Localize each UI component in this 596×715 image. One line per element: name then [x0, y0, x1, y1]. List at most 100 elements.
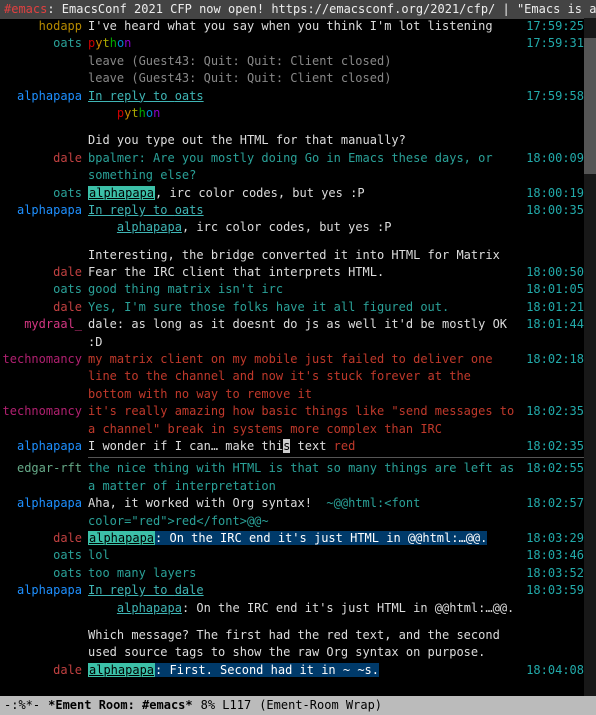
message-text: Did you type out the HTML for that manua…	[88, 122, 522, 149]
scrollbar-thumb[interactable]	[584, 38, 596, 174]
nick: alphapapa	[0, 88, 88, 105]
timestamp: 18:00:09	[522, 150, 584, 167]
message-row: oats too many layers 18:03:52	[0, 565, 584, 582]
mention-link[interactable]: alphapapa	[117, 220, 182, 234]
channel-topic: : EmacsConf 2021 CFP now open! https://e…	[47, 1, 596, 18]
message-text: bpalmer: Are you mostly doing Go in Emac…	[88, 150, 522, 185]
message-row: alphapapa Aha, it worked with Org syntax…	[0, 495, 584, 530]
timestamp: 17:59:25	[522, 18, 584, 35]
message-text: my matrix client on my mobile just faile…	[88, 351, 522, 403]
modeline-position: 8% L117	[201, 697, 252, 714]
message-row: Did you type out the HTML for that manua…	[0, 122, 584, 149]
system-row: leave (Guest43: Quit: Quit: Client close…	[0, 53, 584, 70]
message-row: dale alphapapa: First. Second had it in …	[0, 662, 584, 679]
message-row: dale alphapapa: On the IRC end it's just…	[0, 530, 584, 547]
message-row: hodapp I've heard what you say when you …	[0, 18, 584, 35]
message-row: dale bpalmer: Are you mostly doing Go in…	[0, 150, 584, 185]
timestamp: 17:59:58	[522, 88, 584, 105]
timestamp: 17:59:31	[522, 35, 584, 52]
timestamp: 18:03:59	[522, 582, 584, 599]
message-row: alphapapa In reply to oats python 17:59:…	[0, 88, 584, 123]
message-text: alphapapa, irc color codes, but yes :P	[88, 185, 522, 202]
timestamp: 18:03:52	[522, 565, 584, 582]
nick: oats	[0, 281, 88, 298]
message-text: the nice thing with HTML is that so many…	[88, 460, 522, 495]
timestamp: 18:02:35	[522, 438, 584, 455]
message-text: dale: as long as it doesnt do js as well…	[88, 316, 522, 351]
message-row: Which message? The first had the red tex…	[0, 617, 584, 662]
nick: technomancy	[0, 351, 88, 368]
nick: edgar-rft	[0, 460, 88, 477]
timestamp: 18:02:18	[522, 351, 584, 368]
reply-link[interactable]: In reply to dale	[88, 583, 204, 597]
message-text: alphapapa: On the IRC end it's just HTML…	[88, 530, 522, 547]
message-row: Interesting, the bridge converted it int…	[0, 237, 584, 264]
mention[interactable]: alphapapa	[88, 531, 155, 545]
timestamp: 18:02:57	[522, 495, 584, 512]
nick: oats	[0, 565, 88, 582]
timestamp: 18:04:08	[522, 662, 584, 679]
system-row: leave (Guest43: Quit: Quit: Client close…	[0, 70, 584, 87]
message-text: Fear the IRC client that interprets HTML…	[88, 264, 522, 281]
nick: dale	[0, 299, 88, 316]
titlebar: #emacs : EmacsConf 2021 CFP now open! ht…	[0, 0, 596, 19]
mention[interactable]: alphapapa	[88, 186, 155, 200]
modeline-buffer: *Ement Room: #emacs*	[48, 697, 193, 714]
message-row: alphapapa I wonder if I can… make this t…	[0, 438, 584, 455]
scrollbar[interactable]	[584, 18, 596, 697]
message-row: edgar-rft the nice thing with HTML is th…	[0, 460, 584, 495]
message-row: alphapapa In reply to dale alphapapa: On…	[0, 582, 584, 617]
message-row: technomancy it's really amazing how basi…	[0, 403, 584, 438]
nick: alphapapa	[0, 438, 88, 455]
message-text: I've heard what you say when you think I…	[88, 18, 522, 35]
modeline-mode: (Ement-Room Wrap)	[259, 697, 382, 714]
message-text: Interesting, the bridge converted it int…	[88, 237, 522, 264]
reply-link[interactable]: In reply to oats	[88, 203, 204, 217]
timestamp: 18:03:46	[522, 547, 584, 564]
timestamp: 18:00:19	[522, 185, 584, 202]
nick: oats	[0, 35, 88, 52]
message-text: In reply to dale alphapapa: On the IRC e…	[88, 582, 522, 617]
message-row: dale Fear the IRC client that interprets…	[0, 264, 584, 281]
nick: technomancy	[0, 403, 88, 420]
leave-notice: leave (Guest43: Quit: Quit: Client close…	[88, 70, 522, 87]
nick: hodapp	[0, 18, 88, 35]
nick: oats	[0, 185, 88, 202]
timestamp: 18:02:35	[522, 403, 584, 420]
mention-link[interactable]: alphapapa	[117, 601, 182, 615]
reply-link[interactable]: In reply to oats	[88, 89, 204, 103]
message-text: Yes, I'm sure those folks have it all fi…	[88, 299, 522, 316]
message-row: oats python 17:59:31	[0, 35, 584, 52]
timestamp: 18:01:21	[522, 299, 584, 316]
message-row: dale Yes, I'm sure those folks have it a…	[0, 299, 584, 316]
nick: dale	[0, 264, 88, 281]
timestamp: 18:03:29	[522, 530, 584, 547]
mention[interactable]: alphapapa	[88, 663, 155, 677]
message-row: alphapapa In reply to oats alphapapa, ir…	[0, 202, 584, 237]
nick: dale	[0, 662, 88, 679]
channel-name: #emacs	[4, 1, 47, 18]
message-row: oats alphapapa, irc color codes, but yes…	[0, 185, 584, 202]
nick: alphapapa	[0, 582, 88, 599]
nick: mydraal_	[0, 316, 88, 333]
nick: oats	[0, 547, 88, 564]
timestamp: 18:01:44	[522, 316, 584, 333]
nick: dale	[0, 150, 88, 167]
nick: dale	[0, 530, 88, 547]
chat-log: hodapp I've heard what you say when you …	[0, 18, 584, 697]
message-row: technomancy my matrix client on my mobil…	[0, 351, 584, 403]
modeline: -:%*- *Ement Room: #emacs* 8% L117 (Emen…	[0, 696, 596, 715]
message-row: mydraal_ dale: as long as it doesnt do j…	[0, 316, 584, 351]
message-row: oats good thing matrix isn't irc 18:01:0…	[0, 281, 584, 298]
message-text: lol	[88, 547, 522, 564]
message-text: Aha, it worked with Org syntax! ~@@html:…	[88, 495, 522, 530]
message-text: python	[88, 35, 522, 52]
nick: alphapapa	[0, 202, 88, 219]
message-text: alphapapa: First. Second had it in ~ ~s.	[88, 662, 522, 679]
message-text: Which message? The first had the red tex…	[88, 617, 522, 662]
separator	[88, 457, 584, 458]
nick: alphapapa	[0, 495, 88, 512]
leave-notice: leave (Guest43: Quit: Quit: Client close…	[88, 53, 522, 70]
timestamp: 18:01:05	[522, 281, 584, 298]
message-text: too many layers	[88, 565, 522, 582]
